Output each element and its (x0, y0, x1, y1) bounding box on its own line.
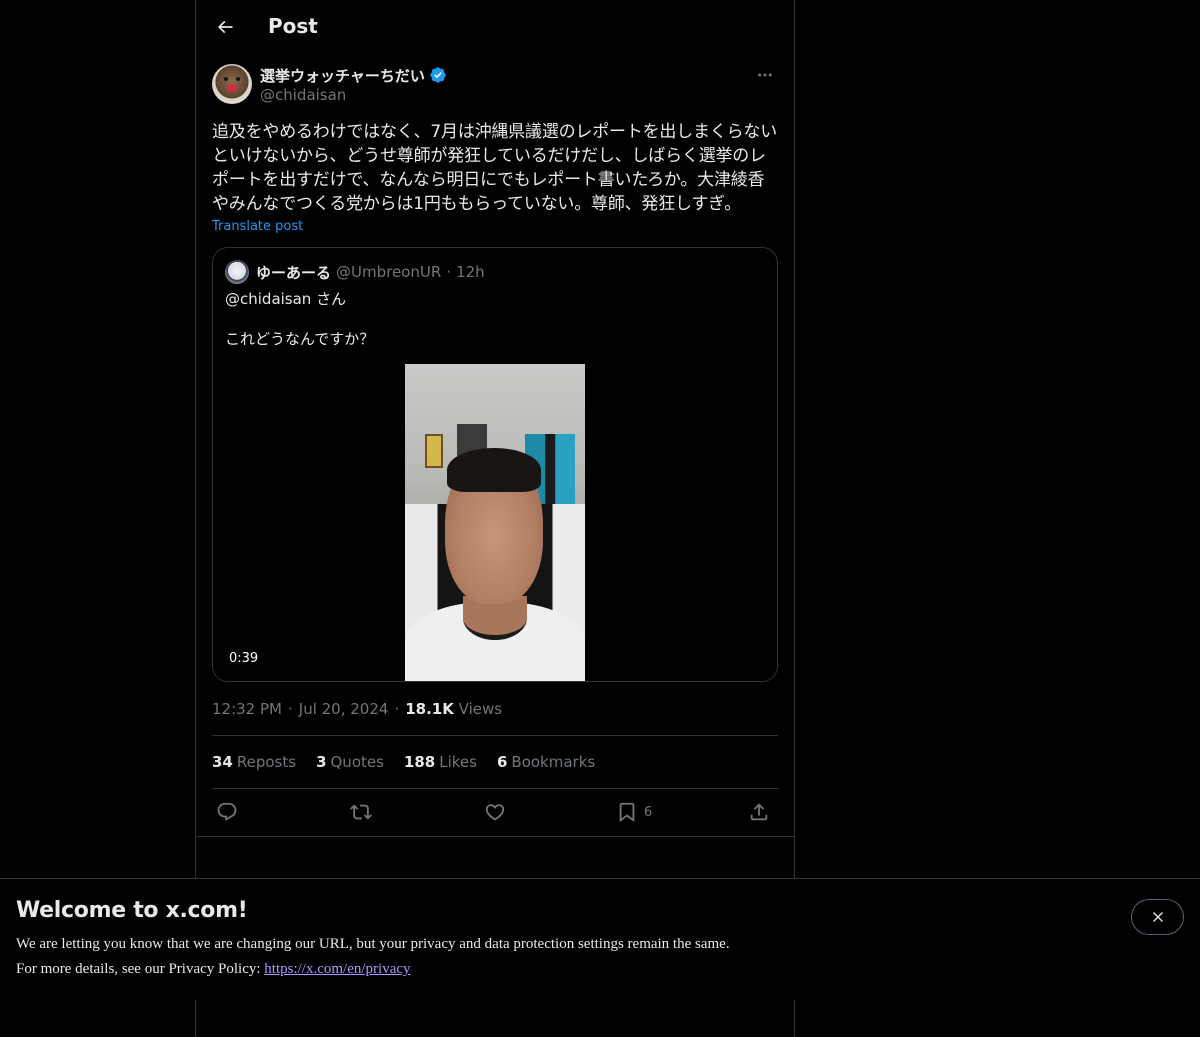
likes-stat[interactable]: 188 Likes (404, 753, 477, 771)
quotes-stat[interactable]: 3 Quotes (316, 753, 384, 771)
quoted-author-avatar (225, 260, 249, 284)
video-duration: 0:39 (229, 651, 259, 666)
banner-privacy-line: For more details, see our Privacy Policy… (16, 961, 411, 978)
bookmarks-stat: 6 Bookmarks (497, 753, 595, 771)
author-display-name[interactable]: 選挙ウォッチャーちだい (260, 65, 425, 86)
post-stats: 34 Reposts 3 Quotes 188 Likes 6 Bookmarks (212, 752, 595, 772)
post-header: Post (196, 0, 794, 54)
more-icon (758, 73, 772, 77)
url-change-banner: Welcome to x.com! We are letting you kno… (0, 878, 1200, 1000)
author-avatar[interactable] (212, 64, 252, 104)
views-label: Views (458, 700, 503, 718)
divider (212, 735, 778, 736)
avatar-mouth (227, 84, 237, 92)
back-arrow-icon (217, 20, 233, 34)
author-name-row: 選挙ウォッチャーちだい (260, 64, 447, 86)
quoted-post-age: 12h (456, 263, 485, 281)
quotes-label: Quotes (330, 753, 384, 771)
divider (196, 836, 794, 837)
more-button[interactable] (752, 64, 778, 86)
page-title: Post (268, 14, 318, 38)
quoted-author-handle: @UmbreonUR (336, 263, 442, 281)
repost-icon (350, 804, 372, 820)
separator-dot: · (394, 700, 400, 718)
reply-icon (217, 802, 237, 821)
verified-badge-icon[interactable] (429, 66, 447, 84)
reposts-stat[interactable]: 34 Reposts (212, 753, 296, 771)
likes-label: Likes (439, 753, 477, 771)
like-icon (485, 804, 505, 821)
views-count: 18.1K (405, 700, 454, 718)
quoted-author-name: ゆーあーる (256, 263, 332, 282)
avatar-eye-right (236, 77, 240, 81)
divider (212, 788, 778, 789)
bookmarks-count: 6 (496, 753, 508, 771)
banner-privacy-prefix: For more details, see our Privacy Policy… (16, 961, 261, 977)
tweet-text: 追及をやめるわけではなく、7月は沖縄県議選のレポートを出しまくらないといけないか… (212, 122, 778, 214)
views-stat: 18.1K Views (405, 700, 502, 718)
reposts-count: 34 (212, 753, 233, 771)
back-button[interactable] (208, 10, 242, 44)
close-banner-button[interactable] (1131, 899, 1184, 935)
repost-button[interactable] (350, 798, 372, 826)
action-bar: 6 (212, 798, 778, 826)
quoted-post-header: ゆーあーる @UmbreonUR · 12h (225, 260, 485, 284)
author-handle[interactable]: @chidaisan (260, 86, 346, 104)
bookmark-button[interactable]: 6 (616, 798, 652, 826)
bookmarks-label: Bookmarks (511, 753, 596, 771)
separator-dot: · (446, 263, 452, 281)
post-meta: 12:32 PM · Jul 20, 2024 · 18.1K Views (212, 699, 502, 719)
banner-title: Welcome to x.com! (16, 898, 248, 923)
tweet-author: 選挙ウォッチャーちだい @chidaisan (212, 64, 778, 106)
banner-message: We are letting you know that we are chan… (16, 936, 730, 952)
video-player[interactable]: 0:39 (213, 364, 777, 681)
bookmark-icon (619, 802, 635, 823)
avatar-eye-left (224, 77, 228, 81)
separator-dot: · (287, 700, 293, 718)
reply-button[interactable] (216, 798, 238, 826)
video-thumbnail (405, 364, 585, 681)
reposts-label: Reposts (236, 753, 297, 771)
privacy-policy-link[interactable]: https://x.com/en/privacy (264, 961, 410, 977)
video-poster (425, 434, 443, 468)
post-time[interactable]: 12:32 PM (212, 700, 282, 718)
quoted-post[interactable]: ゆーあーる @UmbreonUR · 12h @chidaisan さん これど… (212, 247, 778, 682)
post-date[interactable]: Jul 20, 2024 (299, 700, 389, 718)
like-button[interactable] (484, 798, 506, 826)
close-icon (1152, 912, 1163, 922)
share-icon (750, 803, 768, 821)
likes-count: 188 (403, 753, 436, 771)
bookmark-count: 6 (644, 804, 653, 820)
translate-post-link[interactable]: Translate post (212, 219, 303, 234)
quoted-post-line-2: これどうなんですか？ (225, 330, 375, 348)
quoted-post-line-1: @chidaisan さん (225, 290, 347, 308)
quotes-count: 3 (316, 753, 327, 771)
video-person-hair (447, 448, 541, 492)
share-button[interactable] (748, 798, 770, 826)
